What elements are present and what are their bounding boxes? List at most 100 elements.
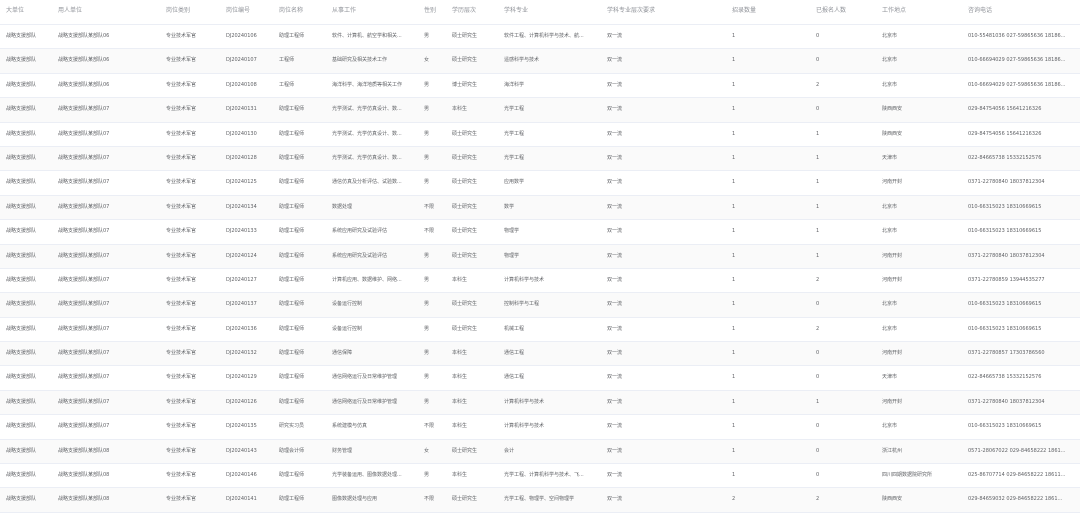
table-cell: 双一流 (607, 374, 623, 381)
table-cell: 专业技术军官 (166, 325, 197, 332)
table-row[interactable]: 战略支援部队 战略支援部队某部队07 专业技术军官 DJ20240132 助理工程师 通信… (0, 342, 1080, 367)
table-cell: 专业技术军官 (166, 496, 197, 503)
table-cell: 0371-22780840 18037812304 (968, 179, 1045, 186)
table-cell: 战略支援部队 (6, 447, 37, 454)
table-cell: 2 (732, 496, 736, 503)
table-cell: 双一流 (607, 472, 623, 479)
table-cell: 2 (816, 496, 820, 503)
table-cell: 光学测试、光学仿真设计、数... (332, 154, 402, 161)
table-cell: 1 (816, 398, 820, 405)
table-row[interactable]: 战略支援部队 战略支援部队某部队08 专业技术军官 DJ20240146 助理工程师 光学… (0, 464, 1080, 489)
table-row[interactable]: 战略支援部队 战略支援部队某部队07 专业技术军官 DJ20240130 助理工程师 光学… (0, 123, 1080, 147)
table-cell: 助理工程师 (279, 154, 305, 161)
table-cell: 会计 (504, 447, 515, 454)
table-cell: 北京市 (882, 228, 898, 235)
column-header: 学科专业 (504, 7, 529, 14)
table-cell: 战略支援部队某部队07 (58, 301, 110, 308)
table-cell: 硕士研究生 (452, 496, 478, 503)
column-header: 咨询电话 (968, 7, 993, 14)
table-cell: 计算机应用、数据维护、网络... (332, 276, 402, 283)
table-row[interactable]: 战略支援部队 战略支援部队某部队07 专业技术军官 DJ20240128 助理工程师 光学… (0, 146, 1080, 172)
table-cell: DJ20240143 (226, 447, 257, 454)
table-cell: 计算机科学与技术 (504, 276, 545, 283)
table-row[interactable]: 战略支援部队 战略支援部队某部队06 专业技术军官 DJ20240107 工程师 基础研究… (0, 49, 1080, 74)
table-cell: 1 (732, 33, 736, 39)
table-cell: 本科生 (452, 398, 468, 405)
table-cell: 机械工程 (504, 325, 525, 332)
table-row[interactable]: 战略支援部队 战略支援部队某部队07 专业技术军官 DJ20240129 助理工程师 通信… (0, 366, 1080, 391)
table-cell: 不限 (424, 228, 435, 235)
table-row[interactable]: 战略支援部队 战略支援部队某部队06 专业技术军官 DJ20240106 助理工程师 软件… (0, 25, 1080, 50)
table-cell: 助理会计师 (279, 447, 305, 454)
table-cell: 1 (732, 154, 736, 161)
table-cell: 战略支援部队某部队06 (58, 81, 110, 88)
table-cell: 双一流 (607, 33, 623, 39)
table-cell: 2 (816, 325, 820, 332)
table-cell: DJ20240133 (226, 228, 257, 235)
table-cell: 专业技术军官 (166, 106, 197, 113)
table-cell: 陕西西安 (882, 106, 903, 113)
table-cell: 不限 (424, 203, 435, 210)
table-cell: 本科生 (452, 374, 468, 381)
table-cell: 010-66694029 027-59865636 18186... (968, 57, 1066, 64)
table-row[interactable]: 战略支援部队 战略支援部队某部队06 专业技术军官 DJ20240108 工程师 海洋科学… (0, 74, 1080, 99)
table-cell: 硕士研究生 (452, 301, 478, 308)
table-row[interactable]: 战略支援部队 战略支援部队某部队08 专业技术军官 DJ20240143 助理会计师 财务… (0, 439, 1080, 465)
table-cell: 四川四期数据院研究所 (882, 472, 933, 479)
table-cell: 专业技术军官 (166, 276, 197, 283)
table-row[interactable]: 战略支援部队 战略支援部队某部队07 专业技术军官 DJ20240124 助理工程师 系统… (0, 244, 1080, 269)
table-cell: 1 (732, 325, 736, 332)
table-cell: 2 (816, 81, 820, 88)
table-cell: DJ20240136 (226, 325, 257, 332)
table-cell: 0371-22780840 18037812304 (968, 398, 1045, 405)
table-cell: 光学工程、计算机科学与技术、飞... (504, 472, 584, 479)
table-cell: 双一流 (607, 398, 623, 405)
table-cell: 010-66315023 18310669615 (968, 301, 1042, 308)
table-cell: 战略支援部队 (6, 496, 37, 503)
table-cell: 陕西西安 (882, 130, 903, 137)
table-cell: 双一流 (607, 228, 623, 235)
table-cell: 男 (424, 350, 430, 357)
table-cell: 通信工程 (504, 374, 525, 381)
table-cell: 硕士研究生 (452, 203, 478, 210)
table-row[interactable]: 战略支援部队 战略支援部队某部队08 专业技术军官 DJ20240141 助理工程师 图像… (0, 488, 1080, 513)
table-cell: 双一流 (607, 179, 623, 186)
table-row[interactable]: 战略支援部队 战略支援部队某部队07 专业技术军官 DJ20240135 研究实习员 系统… (0, 415, 1080, 440)
table-cell: DJ20240134 (226, 203, 257, 210)
table-cell: 通信网络运行及日常维护管理 (332, 398, 398, 405)
table-row[interactable]: 战略支援部队 战略支援部队某部队07 专业技术军官 DJ20240133 助理工程师 系统… (0, 220, 1080, 245)
table-cell: 北京市 (882, 325, 898, 332)
table-cell: 男 (424, 154, 430, 161)
table-cell: 0 (816, 57, 820, 64)
table-row[interactable]: 战略支援部队 战略支援部队某部队07 专业技术军官 DJ20240134 助理工程师 数据… (0, 195, 1080, 221)
table-cell: 1 (732, 106, 736, 113)
table-row[interactable]: 战略支援部队 战略支援部队某部队07 专业技术军官 DJ20240125 助理工程师 通信… (0, 171, 1080, 196)
table-cell: 战略支援部队某部队07 (58, 423, 110, 430)
column-header: 从事工作 (332, 7, 357, 14)
column-header: 用人单位 (58, 7, 83, 14)
table-cell: 通信网络运行及日常维护管理 (332, 374, 398, 381)
table-cell: 专业技术军官 (166, 423, 197, 430)
table-cell: 本科生 (452, 106, 468, 113)
table-cell: 助理工程师 (279, 203, 305, 210)
table-cell: 专业技术军官 (166, 398, 197, 405)
table-cell: 双一流 (607, 106, 623, 113)
table-row[interactable]: 战略支援部队 战略支援部队某部队07 专业技术军官 DJ20240127 助理工程师 计算… (0, 269, 1080, 294)
table-cell: 本科生 (452, 350, 468, 357)
table-cell: DJ20240124 (226, 252, 257, 259)
table-cell: 财务管理 (332, 447, 353, 454)
table-cell: 战略支援部队某部队07 (58, 154, 110, 161)
table-cell: 战略支援部队某部队07 (58, 276, 110, 283)
table-cell: 1 (732, 276, 736, 283)
table-cell: 战略支援部队 (6, 374, 37, 381)
table-cell: 控制科学与工程 (504, 301, 540, 308)
table-cell: DJ20240108 (226, 81, 257, 88)
table-cell: 男 (424, 81, 430, 88)
table-cell: 双一流 (607, 57, 623, 64)
table-row[interactable]: 战略支援部队 战略支援部队某部队07 专业技术军官 DJ20240131 助理工程师 光学… (0, 98, 1080, 123)
table-row[interactable]: 战略支援部队 战略支援部队某部队07 专业技术军官 DJ20240126 助理工程师 通信… (0, 390, 1080, 416)
table-row[interactable]: 战略支援部队 战略支援部队某部队07 专业技术军官 DJ20240137 助理工程师 设备… (0, 293, 1080, 318)
table-row[interactable]: 战略支援部队 战略支援部队某部队07 专业技术军官 DJ20240136 助理工程师 设备… (0, 318, 1080, 343)
table-cell: 双一流 (607, 130, 623, 137)
table-cell: 战略支援部队某部队08 (58, 496, 110, 503)
